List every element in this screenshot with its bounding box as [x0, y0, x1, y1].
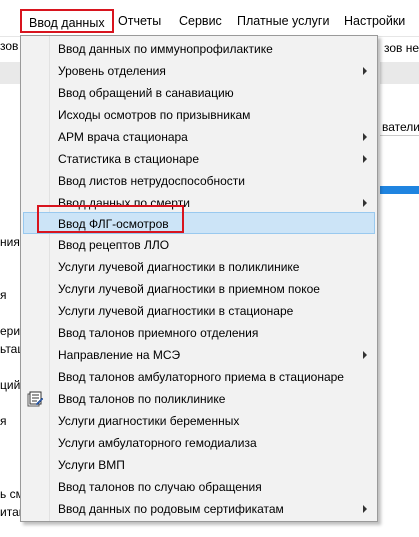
bg-text: я [0, 414, 7, 428]
menu-item-department-level[interactable]: Уровень отделения [23, 60, 375, 82]
menu-item-conscript-outcomes[interactable]: Исходы осмотров по призывникам [23, 104, 375, 126]
menu-item-pregnancy-diagnostics[interactable]: Услуги диагностики беременных [23, 410, 375, 432]
submenu-arrow-icon [363, 505, 367, 513]
menu-item-immunoprophylaxis[interactable]: Ввод данных по иммунопрофилактике [23, 38, 375, 60]
menu-item-outpatient-hospital-tickets[interactable]: Ввод талонов амбулаторного приема в стац… [23, 366, 375, 388]
menu-item-label: Направление на МСЭ [58, 348, 181, 362]
menu-item-sanaviation[interactable]: Ввод обращений в санавиацию [23, 82, 375, 104]
bg-text: зов не [384, 41, 419, 55]
menu-item-death-data[interactable]: Ввод данных по смерти [23, 192, 375, 214]
menu-item-label: Ввод данных по родовым сертификатам [58, 502, 284, 516]
bg-text: ния [0, 235, 20, 249]
submenu-arrow-icon [363, 351, 367, 359]
menu-item-label: Ввод данных по иммунопрофилактике [58, 42, 273, 56]
menu-item-label: Услуги амбулаторного гемодиализа [58, 436, 257, 450]
bg-text: я [0, 288, 7, 302]
menu-item-label: Ввод рецептов ЛЛО [58, 238, 170, 252]
menu-input-data[interactable]: Ввод данных [20, 9, 114, 33]
menu-item-label: Ввод обращений в санавиацию [58, 86, 234, 100]
menu-item-hospital-doctor-arm[interactable]: АРМ врача стационара [23, 126, 375, 148]
form-edit-icon [27, 391, 43, 407]
submenu-arrow-icon [363, 133, 367, 141]
menu-item-label: АРМ врача стационара [58, 130, 188, 144]
menu-item-llo-prescriptions[interactable]: Ввод рецептов ЛЛО [23, 234, 375, 256]
menu-bar: Ввод данных Отчеты Сервис Платные услуги… [0, 0, 419, 37]
bg-text: ций [0, 378, 21, 392]
menu-item-polyclinic-tickets[interactable]: Ввод талонов по поликлинике [23, 388, 375, 410]
bg-text: зов [0, 39, 19, 53]
menu-item-birth-certificates[interactable]: Ввод данных по родовым сертификатам [23, 498, 375, 520]
menu-item-admission-tickets[interactable]: Ввод талонов приемного отделения [23, 322, 375, 344]
menu-item-case-tickets[interactable]: Ввод талонов по случаю обращения [23, 476, 375, 498]
submenu-arrow-icon [363, 199, 367, 207]
menu-item-label: Услуги диагностики беременных [58, 414, 240, 428]
bg-toolbar-strip [0, 62, 20, 84]
menu-item-label: Статистика в стационаре [58, 152, 199, 166]
menu-item-radiology-polyclinic[interactable]: Услуги лучевой диагностики в поликлинике [23, 256, 375, 278]
menu-item-label: Ввод талонов по случаю обращения [58, 480, 262, 494]
menu-item-label: Ввод ФЛГ-осмотров [58, 217, 169, 231]
menu-item-radiology-hospital[interactable]: Услуги лучевой диагностики в стационаре [23, 300, 375, 322]
menu-item-hospital-statistics[interactable]: Статистика в стационаре [23, 148, 375, 170]
background-window-right: зов не ватели с [380, 36, 419, 537]
menu-item-label: Исходы осмотров по призывникам [58, 108, 251, 122]
menu-settings[interactable]: Настройки [344, 12, 405, 30]
bg-selected-row [380, 186, 419, 194]
menu-paid-services[interactable]: Платные услуги [237, 12, 329, 30]
submenu-arrow-icon [363, 67, 367, 75]
menu-item-radiology-admission[interactable]: Услуги лучевой диагностики в приемном по… [23, 278, 375, 300]
input-data-dropdown: Ввод данных по иммунопрофилактике Уровен… [20, 35, 378, 522]
submenu-arrow-icon [363, 155, 367, 163]
menu-item-label: Ввод талонов амбулаторного приема в стац… [58, 370, 344, 384]
menu-item-label: Ввод данных по смерти [58, 196, 190, 210]
menu-item-label: Услуги лучевой диагностики в приемном по… [58, 282, 320, 296]
menu-reports[interactable]: Отчеты [118, 12, 161, 30]
menu-item-label: Услуги ВМП [58, 458, 125, 472]
menu-item-label: Уровень отделения [58, 64, 166, 78]
menu-service[interactable]: Сервис [179, 12, 222, 30]
menu-item-label: Услуги лучевой диагностики в стационаре [58, 304, 294, 318]
menu-item-sick-leave[interactable]: Ввод листов нетрудоспособности [23, 170, 375, 192]
menu-item-vmp-services[interactable]: Услуги ВМП [23, 454, 375, 476]
menu-item-mse-referral[interactable]: Направление на МСЭ [23, 344, 375, 366]
menu-item-label: Ввод листов нетрудоспособности [58, 174, 246, 188]
menu-item-hemodialysis[interactable]: Услуги амбулаторного гемодиализа [23, 432, 375, 454]
menu-item-label: Услуги лучевой диагностики в поликлинике [58, 260, 300, 274]
menu-item-flg-exams[interactable]: Ввод ФЛГ-осмотров [23, 212, 375, 234]
menu-item-label: Ввод талонов приемного отделения [58, 326, 259, 340]
menu-item-label: Ввод талонов по поликлинике [58, 392, 226, 406]
bg-column-header: ватели с [382, 120, 419, 134]
